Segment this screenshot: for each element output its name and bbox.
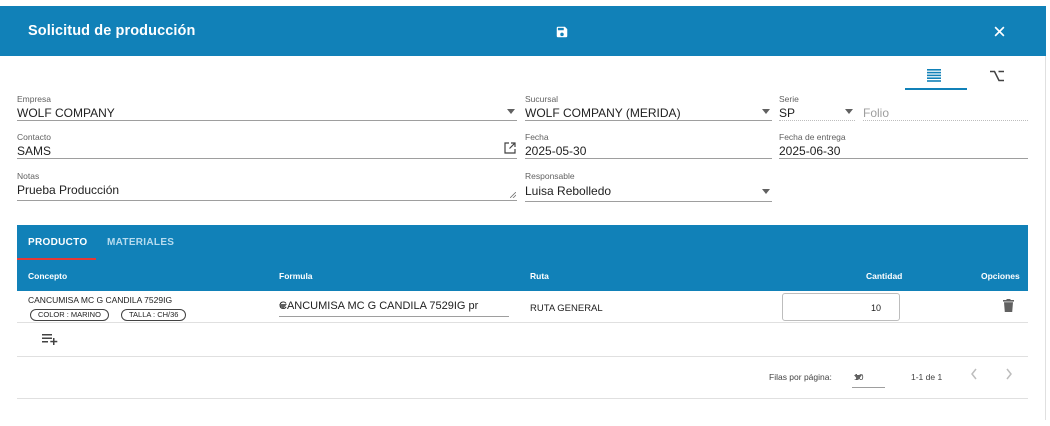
chevron-down-icon[interactable] (854, 375, 862, 380)
empresa-value: WOLF COMPANY (17, 106, 115, 120)
option-key-icon (990, 70, 1004, 82)
chevron-down-icon[interactable] (762, 189, 770, 194)
open-in-new-icon[interactable] (504, 142, 516, 154)
close-icon[interactable] (992, 24, 1007, 39)
concepto-text: CANCUMISA MC G CANDILA 7529IG (28, 295, 173, 305)
delete-icon[interactable] (1003, 299, 1014, 312)
folio-placeholder: Folio (863, 106, 890, 120)
list-lines-icon (927, 69, 941, 82)
fecha-label: Fecha (525, 132, 549, 142)
fecha-underline (525, 158, 772, 159)
column-header-opciones: Opciones (981, 271, 1020, 281)
formula-select[interactable]: CANCUMISA MC G CANDILA 7529IG pr (279, 297, 509, 317)
sucursal-label: Sucursal (525, 94, 559, 104)
fecha-entrega-label: Fecha de entrega (779, 132, 846, 142)
notas-field[interactable]: Notas Prueba Producción (17, 171, 517, 201)
attribute-chip-color: COLOR : MARINO (30, 309, 109, 321)
rows-per-page-select[interactable]: 10 (852, 366, 885, 388)
empresa-underline (17, 120, 517, 121)
chevron-down-icon[interactable] (279, 304, 287, 309)
production-request-dialog: Solicitud de producción Empresa WOLF COM… (0, 6, 1046, 420)
folio-field[interactable]: Folio (863, 94, 1028, 121)
serie-underline (779, 120, 855, 121)
fecha-value: 2025-05-30 (525, 144, 587, 158)
playlist-add-icon[interactable] (42, 334, 58, 345)
sucursal-field[interactable]: Sucursal WOLF COMPANY (MERIDA) (525, 94, 772, 121)
chevron-down-icon[interactable] (507, 109, 515, 114)
sucursal-value: WOLF COMPANY (MERIDA) (525, 106, 681, 120)
contacto-field[interactable]: Contacto SAMS (17, 132, 517, 159)
fecha-entrega-field[interactable]: Fecha de entrega 2025-06-30 (779, 132, 1028, 159)
active-tab-indicator (17, 258, 96, 260)
fecha-entrega-underline (779, 158, 1028, 159)
table-row: CANCUMISA MC G CANDILA 7529IG COLOR : MA… (17, 291, 1028, 323)
chevron-left-icon[interactable] (970, 368, 978, 380)
serie-value: SP (779, 106, 796, 120)
pagination-range: 1-1 de 1 (911, 372, 943, 382)
notas-underline (17, 200, 517, 201)
table-header: Concepto Formula Ruta Cantidad Opciones (17, 261, 1028, 291)
chevron-down-icon[interactable] (845, 109, 853, 114)
dialog-header: Solicitud de producción (0, 6, 1046, 56)
contacto-value: SAMS (17, 144, 52, 158)
view-toggle-group (905, 64, 1030, 90)
responsable-underline (525, 201, 772, 202)
alternate-view-toggle[interactable] (968, 64, 1030, 90)
fecha-entrega-value: 2025-06-30 (779, 144, 841, 158)
attribute-chip-talla: TALLA : CH/36 (121, 309, 187, 321)
responsable-value: Luisa Rebolledo (525, 184, 612, 198)
empresa-label: Empresa (17, 94, 52, 104)
column-header-formula: Formula (279, 271, 313, 281)
resize-handle-icon[interactable] (510, 192, 516, 198)
chevron-down-icon[interactable] (762, 109, 770, 114)
responsable-label: Responsable (525, 171, 575, 181)
notas-value: Prueba Producción (17, 183, 120, 197)
dialog-title: Solicitud de producción (28, 23, 196, 39)
formula-value: CANCUMISA MC G CANDILA 7529IG pr (279, 300, 479, 312)
tab-producto[interactable]: PRODUCTO (28, 237, 87, 248)
add-row-area (17, 323, 1028, 357)
sucursal-underline (525, 120, 772, 121)
save-icon[interactable] (555, 25, 569, 39)
column-header-cantidad: Cantidad (866, 271, 903, 281)
contacto-underline (17, 158, 517, 159)
cantidad-input[interactable]: 10 (782, 293, 900, 321)
pagination-footer: Filas por página: 10 1-1 de 1 (17, 357, 1028, 399)
column-header-concepto: Concepto (28, 271, 68, 281)
serie-field[interactable]: Serie SP (779, 94, 855, 121)
responsable-field[interactable]: Responsable Luisa Rebolledo (525, 171, 772, 202)
fecha-field[interactable]: Fecha 2025-05-30 (525, 132, 772, 159)
chevron-right-icon[interactable] (1005, 368, 1013, 380)
notas-label: Notas (17, 171, 40, 181)
column-header-ruta: Ruta (530, 271, 549, 281)
cantidad-value: 10 (870, 303, 881, 313)
folio-underline (863, 120, 1028, 121)
ruta-text: RUTA GENERAL (530, 303, 603, 314)
tab-materiales[interactable]: MATERIALES (107, 237, 174, 248)
serie-label: Serie (779, 94, 799, 104)
contacto-label: Contacto (17, 132, 52, 142)
rows-per-page-label: Filas por página: (769, 372, 832, 382)
empresa-field[interactable]: Empresa WOLF COMPANY (17, 94, 517, 121)
list-view-toggle[interactable] (905, 64, 967, 90)
tab-bar: PRODUCTO MATERIALES (17, 225, 1028, 261)
